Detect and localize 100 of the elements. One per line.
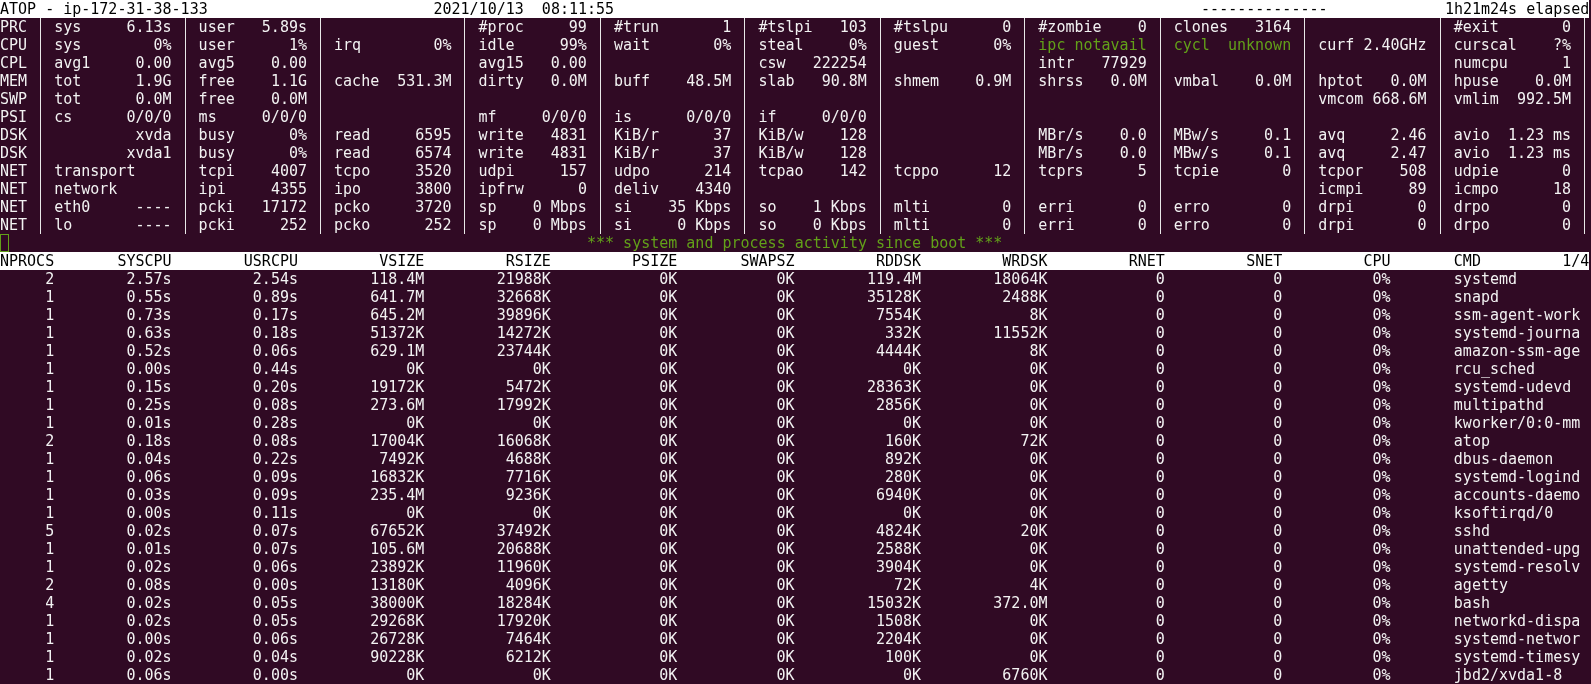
metric-value: 0	[1417, 216, 1427, 234]
metric-value: 3800	[415, 180, 452, 198]
metric-label: user	[198, 18, 235, 36]
metric-value: 1.1G	[270, 72, 307, 90]
metric-value: 0.0M	[1110, 72, 1147, 90]
metric-label: sp	[478, 198, 497, 216]
table-cell-text: 0.02s	[125, 648, 172, 666]
row-label: NET	[0, 180, 29, 198]
metric-value: 2.40GHz	[1363, 36, 1427, 54]
table-cell-text: 20K	[1019, 522, 1048, 540]
table-cell-text: 0K	[658, 504, 678, 522]
metric-label: tot	[54, 90, 82, 108]
metric-label: avq	[1318, 126, 1346, 144]
table-cell-text: ssm-agent-work	[1453, 306, 1582, 324]
table-cell-text: 0K	[902, 414, 922, 432]
table-cell-text: 0K	[658, 342, 678, 360]
table-cell-text: 0K	[531, 360, 551, 378]
metric-label: avq	[1318, 144, 1346, 162]
table-cell-text: 0K	[1028, 540, 1048, 558]
table-cell-text: 0%	[1371, 270, 1391, 288]
metric-label: pcko	[334, 216, 371, 234]
table-cell-text: 0%	[1371, 468, 1391, 486]
row-label: NET	[0, 198, 29, 216]
table-cell-text: 0	[1154, 504, 1165, 522]
table-cell-text: 0.15s	[125, 378, 172, 396]
table-cell-text: 16068K	[495, 432, 551, 450]
table-cell-text: 0.18s	[125, 432, 172, 450]
table-cell-text: 0	[1272, 612, 1283, 630]
table-cell-text: unattended-upg	[1453, 540, 1582, 558]
metric-label: tot	[54, 72, 82, 90]
metric-label: tcpor	[1318, 162, 1364, 180]
table-cell-text: 7716K	[504, 468, 551, 486]
table-cell-text: 0	[1272, 594, 1283, 612]
table-cell-text: 0K	[658, 558, 678, 576]
metric-value: 1	[1562, 54, 1572, 72]
metric-label: idle	[478, 36, 515, 54]
metric-value: 1.9G	[135, 72, 172, 90]
table-cell-text: 38000K	[369, 594, 425, 612]
table-cell-text: 0	[1272, 414, 1283, 432]
table-cell-text: 0K	[531, 666, 551, 684]
table-cell-text: 2.57s	[125, 270, 172, 288]
metric-label: drpi	[1318, 216, 1355, 234]
metric-label: shmem	[893, 72, 939, 90]
metric-value: 1.23 ms	[1507, 144, 1572, 162]
metric-label: avg5	[198, 54, 235, 72]
table-cell-text: 0.44s	[251, 360, 298, 378]
table-cell-text: 0%	[1371, 360, 1391, 378]
table-cell-text: 17992K	[495, 396, 551, 414]
table-cell-text: 0K	[775, 288, 795, 306]
metric-value: 0.0M	[1390, 72, 1427, 90]
table-cell-text: 0K	[405, 504, 425, 522]
table-cell-text: 0K	[658, 630, 678, 648]
metric-value: 103	[839, 18, 867, 36]
metric-value: 89	[1408, 180, 1427, 198]
table-cell-text: 0%	[1371, 324, 1391, 342]
table-cell-text: 0K	[775, 450, 795, 468]
metric-value: 0	[1137, 198, 1147, 216]
table-cell-text: 32668K	[495, 288, 551, 306]
table-cell-text: 21988K	[495, 270, 551, 288]
metric-label: MBr/s	[1038, 126, 1084, 144]
metric-value: 0%	[848, 36, 867, 54]
table-cell-text: 0%	[1371, 378, 1391, 396]
metric-label: csw	[758, 54, 786, 72]
table-cell-text: 0.52s	[125, 342, 172, 360]
table-cell-text: 0.01s	[125, 540, 172, 558]
table-cell-text: 11552K	[992, 324, 1048, 342]
table-cell-text: 235.4M	[369, 486, 425, 504]
table-cell-text: 6940K	[874, 486, 922, 504]
table-cell-text: 0K	[775, 342, 795, 360]
table-cell-text: 1	[44, 666, 55, 684]
metric-value: 0	[1282, 216, 1292, 234]
table-cell-text: 1	[44, 486, 55, 504]
metric-label: KiB/r	[613, 144, 660, 162]
metric-label: ms	[198, 108, 217, 126]
table-cell-text: 0	[1272, 324, 1283, 342]
table-cell-text: 0	[1272, 450, 1283, 468]
metric-value: 2.46	[1390, 126, 1427, 144]
table-cell-text: snapd	[1453, 288, 1500, 306]
table-cell-text: 26728K	[369, 630, 425, 648]
table-cell-text: 0K	[775, 522, 795, 540]
metric-value: 90.8M	[821, 72, 867, 90]
table-cell-text: 0K	[1028, 648, 1048, 666]
table-cell-text: 0K	[775, 378, 795, 396]
metric-value: 12	[993, 162, 1012, 180]
metric-label: read	[334, 126, 371, 144]
elapsed-time: 1h21m24s elapsed	[1444, 0, 1590, 18]
row-label: DSK	[0, 126, 29, 144]
table-cell-text: 0K	[775, 414, 795, 432]
table-cell-text: 332K	[883, 324, 922, 342]
metric-value: 0%	[288, 144, 307, 162]
table-cell-text: 0	[1154, 540, 1165, 558]
table-cell-text: 6760K	[1001, 666, 1048, 684]
metric-value: 0.1	[1264, 144, 1292, 162]
metric-label: sys	[54, 36, 82, 54]
metric-value: 77929	[1101, 54, 1147, 72]
metric-label: #exit	[1453, 18, 1499, 36]
table-cell-text: 0%	[1371, 396, 1391, 414]
table-cell-text: accounts-daemo	[1453, 486, 1582, 504]
table-cell-text: 0K	[1028, 360, 1048, 378]
table-cell-text: 0%	[1371, 432, 1391, 450]
